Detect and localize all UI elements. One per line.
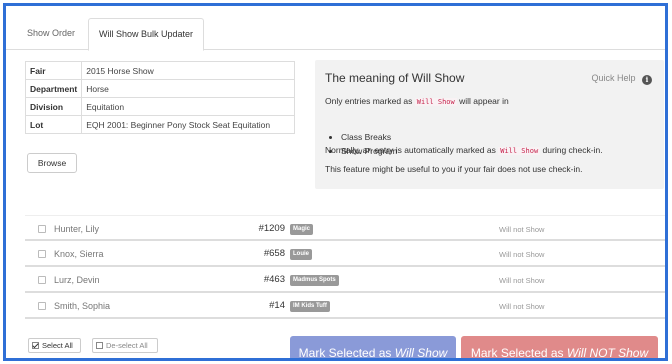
entries-list: Hunter, Lily #1209 Magic Will not Show K… [25, 215, 665, 319]
horse-badge: IM Kids Tuff [290, 301, 330, 312]
help-text: during check-in. [542, 145, 603, 155]
entry-number: #658 [263, 248, 285, 259]
entry-status: Will not Show [499, 302, 545, 311]
browse-button[interactable]: Browse [27, 153, 77, 173]
select-all-label: Select All [42, 341, 73, 350]
quick-help-label: Quick Help [591, 73, 636, 83]
entry-name: Knox, Sierra [54, 249, 104, 259]
mark-noshow-emphasis: Will NOT Show [566, 346, 649, 360]
mark-show-emphasis: Will Show [394, 346, 448, 360]
info-value: Horse [81, 79, 295, 98]
lot-info-table: Fair 2015 Horse Show Department Horse Di… [24, 61, 295, 134]
checkbox-empty-icon [96, 342, 103, 349]
code-will-show: Will Show [414, 98, 457, 106]
entry-checkbox[interactable] [38, 250, 46, 258]
entry-row[interactable]: Lurz, Devin #463 Madmus Spots Will not S… [25, 267, 665, 293]
help-line-3: This feature might be useful to you if y… [325, 164, 583, 174]
help-line-2: Normally, an entry is automatically mark… [325, 145, 603, 155]
help-text: will appear in [459, 96, 509, 106]
horse-badge: Magic [290, 224, 314, 235]
help-line-1: Only entries marked as Will Show will ap… [325, 96, 509, 106]
tab-show-order[interactable]: Show Order [17, 18, 85, 51]
info-row-fair: Fair 2015 Horse Show [24, 61, 295, 80]
entry-number: #1209 [258, 223, 285, 234]
code-will-show: Will Show [498, 147, 541, 155]
info-key: Division [24, 97, 83, 116]
select-all-button[interactable]: Select All [28, 338, 81, 353]
info-value: Equitation [81, 97, 295, 116]
info-row-lot: Lot EQH 2001: Beginner Pony Stock Seat E… [24, 115, 295, 134]
horse-badge: Madmus Spots [290, 275, 339, 286]
entry-row[interactable]: Hunter, Lily #1209 Magic Will not Show [25, 215, 665, 241]
entry-name: Hunter, Lily [54, 224, 100, 234]
mark-will-show-button[interactable]: Mark Selected as Will Show [290, 336, 456, 360]
entry-status: Will not Show [499, 225, 545, 234]
entry-name: Lurz, Devin [54, 275, 100, 285]
info-key: Department [24, 79, 83, 98]
entry-checkbox[interactable] [38, 225, 46, 233]
info-key: Lot [24, 115, 83, 134]
entry-checkbox[interactable] [38, 276, 46, 284]
tab-will-show-bulk-updater[interactable]: Will Show Bulk Updater [88, 18, 205, 51]
info-value: 2015 Horse Show [81, 61, 295, 80]
info-value: EQH 2001: Beginner Pony Stock Seat Equit… [81, 115, 295, 134]
horse-badge: Louie [290, 249, 312, 260]
info-key: Fair [24, 61, 83, 80]
mark-noshow-text: Mark Selected as [470, 346, 564, 360]
help-text: Only entries marked as [325, 96, 413, 106]
quick-help-link[interactable]: Quick Help i [591, 73, 652, 85]
deselect-all-button[interactable]: De-select All [92, 338, 158, 353]
checkbox-checked-icon [32, 342, 39, 349]
entry-name: Smith, Sophia [54, 301, 111, 311]
entry-checkbox[interactable] [38, 302, 46, 310]
entry-row[interactable]: Smith, Sophia #14 IM Kids Tuff Will not … [25, 293, 665, 319]
bullet-item: Class Breaks [341, 132, 397, 146]
tab-bar: Show Order Will Show Bulk Updater [6, 6, 665, 51]
entry-status: Will not Show [499, 276, 545, 285]
entry-number: #14 [269, 300, 285, 311]
info-row-division: Division Equitation [24, 97, 295, 116]
entry-row[interactable]: Knox, Sierra #658 Louie Will not Show [25, 241, 665, 267]
info-icon: i [642, 75, 652, 85]
entry-number: #463 [263, 274, 285, 285]
help-text: Normally, an entry is automatically mark… [325, 145, 496, 155]
entry-status: Will not Show [499, 250, 545, 259]
info-row-department: Department Horse [24, 79, 295, 98]
mark-will-not-show-button[interactable]: Mark Selected as Will NOT Show [461, 336, 658, 360]
deselect-all-label: De-select All [106, 341, 148, 350]
help-panel: The meaning of Will Show Quick Help i On… [315, 60, 664, 189]
app-frame: Show Order Will Show Bulk Updater Fair 2… [3, 3, 668, 361]
help-title: The meaning of Will Show [325, 71, 465, 85]
mark-show-text: Mark Selected as [298, 346, 392, 360]
